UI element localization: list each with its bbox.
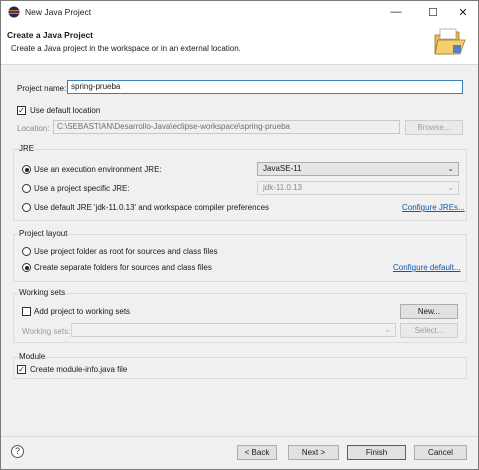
layout-root-label: Use project folder as root for sources a… xyxy=(34,247,218,256)
minimize-button[interactable]: — xyxy=(381,1,411,23)
jre-project-specific-radio[interactable] xyxy=(22,184,31,193)
project-name-input[interactable]: spring-prueba xyxy=(67,80,463,94)
working-sets-group-title: Working sets xyxy=(18,288,67,297)
layout-root-radio[interactable] xyxy=(22,247,31,256)
location-label: Location: xyxy=(17,124,50,133)
new-java-project-dialog: New Java Project — ☐ ✕ Create a Java Pro… xyxy=(0,0,479,470)
chevron-down-icon: ⌄ xyxy=(384,325,391,334)
jre-default-label: Use default JRE 'jdk-11.0.13' and worksp… xyxy=(34,203,270,212)
maximize-button[interactable]: ☐ xyxy=(418,1,448,23)
browse-button[interactable]: Browse... xyxy=(405,120,463,135)
new-working-set-button[interactable]: New... xyxy=(400,304,458,319)
configure-default-link[interactable]: Configure default... xyxy=(393,263,461,272)
layout-separate-label: Create separate folders for sources and … xyxy=(34,263,212,272)
cancel-button[interactable]: Cancel xyxy=(414,445,467,460)
create-module-info-label: Create module-info.java file xyxy=(30,365,128,374)
location-input[interactable]: C:\SEBASTIAN\Desarrollo-Java\eclipse-wor… xyxy=(53,120,400,134)
project-layout-group-title: Project layout xyxy=(18,229,69,238)
jre-execution-environment-label: Use an execution environment JRE: xyxy=(34,165,162,174)
chevron-down-icon: ⌄ xyxy=(447,164,454,173)
eclipse-app-icon xyxy=(8,6,20,18)
jre-execution-environment-radio[interactable] xyxy=(22,165,31,174)
project-layout-group xyxy=(13,234,467,282)
create-module-info-checkbox[interactable]: ✓ xyxy=(17,365,26,374)
add-to-working-sets-label: Add project to working sets xyxy=(34,307,131,316)
execution-environment-select[interactable]: JavaSE-11 ⌄ xyxy=(257,162,459,176)
jre-group-title: JRE xyxy=(18,144,36,153)
project-specific-jre-select[interactable]: jdk-11.0.13 ⌄ xyxy=(257,181,459,195)
wizard-title: Create a Java Project xyxy=(7,30,93,40)
project-name-label: Project name: xyxy=(17,84,67,93)
working-sets-select[interactable]: ⌄ xyxy=(71,323,396,337)
wizard-description: Create a Java project in the workspace o… xyxy=(11,44,241,53)
window-title: New Java Project xyxy=(25,7,92,17)
select-working-sets-button[interactable]: Select... xyxy=(400,323,458,338)
layout-separate-radio[interactable] xyxy=(22,263,31,272)
use-default-location-label: Use default location xyxy=(30,106,101,115)
help-icon[interactable]: ? xyxy=(11,445,24,458)
jre-project-specific-label: Use a project specific JRE: xyxy=(34,184,130,193)
next-button[interactable]: Next > xyxy=(288,445,339,460)
jre-default-radio[interactable] xyxy=(22,203,31,212)
finish-button[interactable]: Finish xyxy=(347,445,406,460)
use-default-location-checkbox[interactable]: ✓ xyxy=(17,106,26,115)
java-project-folder-icon xyxy=(434,28,466,55)
configure-jres-link[interactable]: Configure JREs... xyxy=(402,203,465,212)
working-sets-label: Working sets: xyxy=(22,327,71,336)
wizard-banner: Create a Java Project Create a Java proj… xyxy=(1,23,478,65)
back-button[interactable]: < Back xyxy=(237,445,277,460)
add-to-working-sets-checkbox[interactable] xyxy=(22,307,31,316)
module-group-title: Module xyxy=(18,352,47,361)
title-bar: New Java Project — ☐ ✕ xyxy=(1,1,478,23)
chevron-down-icon: ⌄ xyxy=(447,183,454,192)
close-button[interactable]: ✕ xyxy=(448,1,478,23)
